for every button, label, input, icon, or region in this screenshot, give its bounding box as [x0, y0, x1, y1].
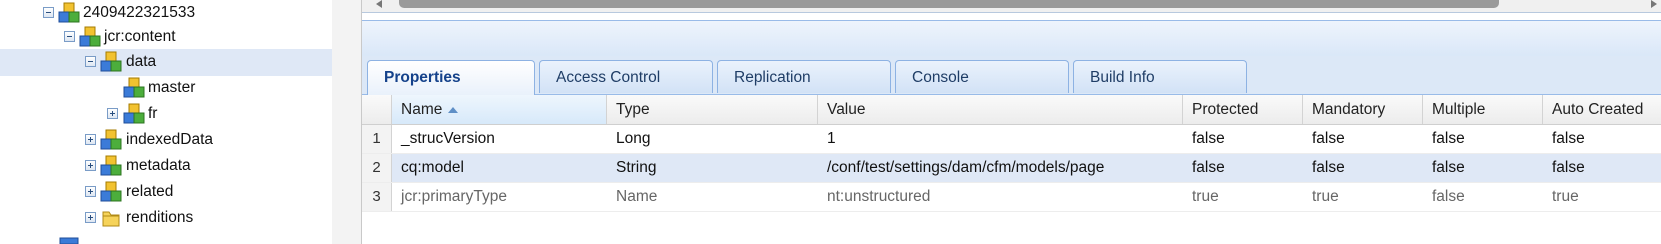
expand-icon[interactable]	[85, 212, 96, 223]
row-number: 1	[362, 125, 392, 153]
expand-icon[interactable]	[85, 134, 96, 145]
cell-protected: false	[1192, 159, 1225, 176]
node-cube-icon	[123, 103, 145, 124]
tree-node-data[interactable]: data	[0, 49, 332, 76]
column-header-type[interactable]: Type	[607, 95, 818, 124]
node-cube-icon	[79, 26, 101, 47]
tree-node-jcr-content[interactable]: jcr:content	[0, 24, 332, 51]
tree-node-label: metadata	[126, 157, 191, 174]
cell-mandatory: true	[1312, 188, 1339, 205]
tree-node-indexeddata[interactable]: indexedData	[0, 127, 332, 154]
cell-auto-created: false	[1552, 130, 1585, 147]
folder-icon	[102, 211, 120, 227]
repository-tree: 2409422321533 jcr:content data master fr…	[0, 0, 332, 244]
cell-value: nt:unstructured	[827, 188, 931, 205]
node-cube-icon	[100, 129, 122, 150]
tree-node-renditions[interactable]: renditions	[0, 205, 332, 232]
horizontal-scrollbar[interactable]	[362, 0, 1661, 13]
column-header-mandatory[interactable]: Mandatory	[1303, 95, 1423, 124]
node-cube-icon	[59, 237, 79, 244]
column-header-protected[interactable]: Protected	[1183, 95, 1303, 124]
tree-node-label: renditions	[126, 209, 194, 226]
column-header-value[interactable]: Value	[818, 95, 1183, 124]
scrollbar-thumb[interactable]	[399, 0, 1499, 8]
sort-ascending-icon	[448, 106, 459, 113]
rownumber-header	[362, 95, 392, 124]
cell-value: 1	[827, 130, 836, 147]
cell-type: Name	[616, 188, 658, 205]
tree-node-master[interactable]: master	[0, 75, 332, 102]
collapse-icon[interactable]	[64, 31, 75, 42]
tree-node-label: data	[126, 53, 157, 70]
scroll-right-icon[interactable]	[1651, 0, 1657, 8]
collapse-icon[interactable]	[43, 7, 54, 18]
tree-node-fr[interactable]: fr	[0, 101, 332, 128]
expand-icon[interactable]	[85, 160, 96, 171]
tree-node-label: 2409422321533	[83, 4, 196, 21]
cell-type: Long	[616, 130, 651, 147]
tree-node-related[interactable]: related	[0, 179, 332, 206]
cell-protected: false	[1192, 130, 1225, 147]
tab-replication[interactable]: Replication	[717, 60, 891, 93]
cell-mandatory: false	[1312, 130, 1345, 147]
cell-protected: true	[1192, 188, 1219, 205]
column-header-auto-created[interactable]: Auto Created	[1543, 95, 1661, 124]
properties-panel: Properties Access Control Replication Co…	[362, 0, 1661, 244]
table-row[interactable]: 3 jcr:primaryType Name nt:unstructured t…	[362, 183, 1661, 212]
collapse-icon[interactable]	[85, 56, 96, 67]
cell-multiple: false	[1432, 130, 1465, 147]
tree-node-metadata[interactable]: metadata	[0, 153, 332, 180]
node-cube-icon	[58, 2, 80, 23]
tree-node-label: indexedData	[126, 131, 214, 148]
tree-node-label: jcr:content	[104, 28, 176, 45]
cell-auto-created: false	[1552, 159, 1585, 176]
splitter[interactable]	[332, 0, 362, 244]
column-header-multiple[interactable]: Multiple	[1423, 95, 1543, 124]
tree-node-2409422321533[interactable]: 2409422321533	[0, 0, 332, 27]
tab-strip: Properties Access Control Replication Co…	[362, 56, 1661, 95]
row-number: 2	[362, 154, 392, 182]
panel-header	[362, 20, 1661, 58]
cell-name: _strucVersion	[401, 130, 495, 147]
grid-header: Name Type Value Protected Mandatory Mult…	[362, 95, 1661, 125]
expand-icon[interactable]	[85, 186, 96, 197]
node-cube-icon	[100, 155, 122, 176]
cell-auto-created: true	[1552, 188, 1579, 205]
node-cube-icon	[123, 77, 145, 98]
scroll-left-icon[interactable]	[376, 0, 382, 8]
table-row[interactable]: 2 cq:model String /conf/test/settings/da…	[362, 154, 1661, 183]
tree-node-label: related	[126, 183, 174, 200]
tab-properties[interactable]: Properties	[367, 60, 535, 95]
cell-multiple: false	[1432, 188, 1465, 205]
expand-icon[interactable]	[107, 108, 118, 119]
cell-multiple: false	[1432, 159, 1465, 176]
cell-name: jcr:primaryType	[401, 188, 507, 205]
cell-mandatory: false	[1312, 159, 1345, 176]
node-cube-icon	[100, 181, 122, 202]
tab-access-control[interactable]: Access Control	[539, 60, 713, 93]
tab-console[interactable]: Console	[895, 60, 1069, 93]
cell-value: /conf/test/settings/dam/cfm/models/page	[827, 159, 1105, 176]
column-header-label: Name	[401, 101, 443, 118]
tree-node-label: master	[148, 79, 196, 96]
tab-build-info[interactable]: Build Info	[1073, 60, 1247, 93]
cell-name: cq:model	[401, 159, 464, 176]
table-row[interactable]: 1 _strucVersion Long 1 false false false…	[362, 125, 1661, 154]
row-number: 3	[362, 183, 392, 211]
cell-type: String	[616, 159, 657, 176]
tree-node-label: fr	[148, 105, 158, 122]
node-cube-icon	[100, 51, 122, 72]
column-header-name[interactable]: Name	[392, 95, 607, 124]
